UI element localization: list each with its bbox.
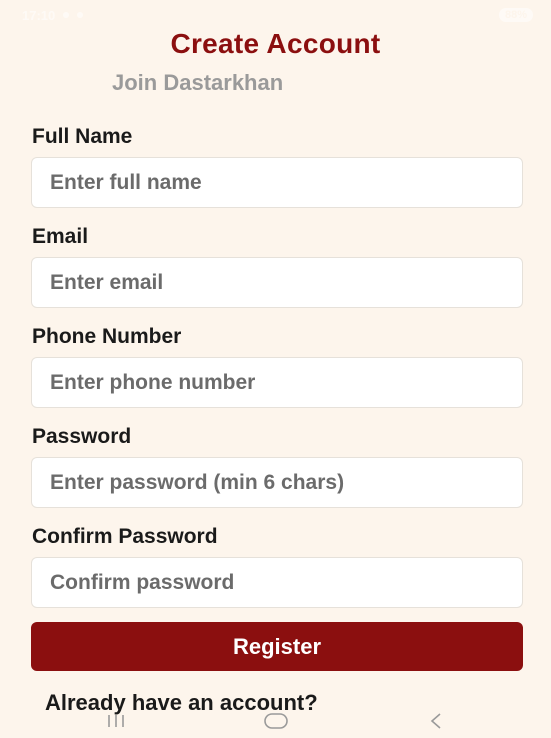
notification-dot-icon <box>63 12 70 18</box>
back-icon <box>430 712 441 729</box>
full-name-input[interactable] <box>31 157 523 208</box>
confirm-password-input[interactable] <box>31 557 523 608</box>
status-right: 88% <box>498 8 533 22</box>
battery-indicator: 88% <box>498 8 533 22</box>
notification-dot-icon <box>77 12 84 18</box>
page-subtitle: Join Dastarkhan <box>112 70 284 95</box>
status-bar: 17:10 88% <box>0 0 551 30</box>
home-button[interactable] <box>256 708 296 734</box>
phone-label: Phone Number <box>32 325 182 348</box>
confirm-password-label: Confirm Password <box>32 525 218 548</box>
back-button[interactable] <box>416 708 456 734</box>
password-label: Password <box>32 425 132 448</box>
email-label: Email <box>32 225 89 248</box>
recents-icon <box>107 714 124 727</box>
email-input[interactable] <box>31 257 523 308</box>
full-name-label: Full Name <box>32 125 133 148</box>
status-time: 17:10 <box>22 7 56 23</box>
register-button[interactable]: Register <box>31 622 523 671</box>
home-icon <box>263 712 288 729</box>
page-title: Create Account <box>170 28 381 59</box>
phone-input[interactable] <box>31 357 523 408</box>
recents-button[interactable] <box>96 708 136 734</box>
status-left: 17:10 <box>22 7 84 23</box>
password-input[interactable] <box>31 457 523 508</box>
